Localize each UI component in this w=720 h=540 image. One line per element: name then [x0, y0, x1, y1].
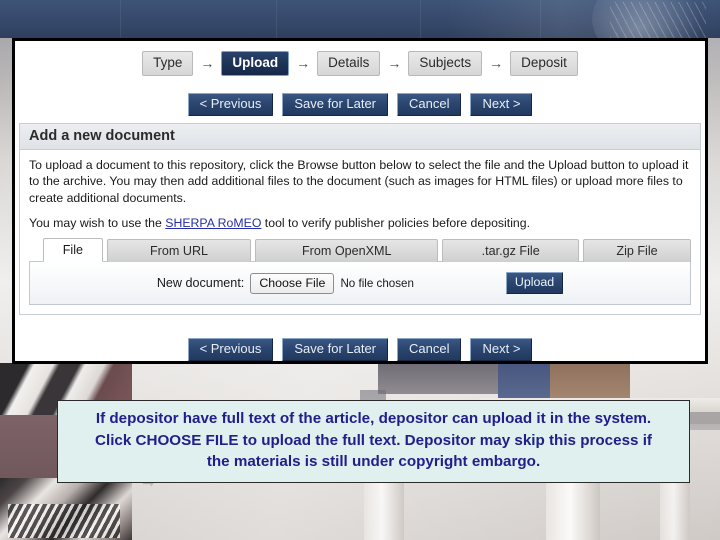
caption-callout: If depositor have full text of the artic…: [57, 400, 690, 483]
choose-file-button[interactable]: Choose File: [250, 272, 335, 294]
wizard-step-upload[interactable]: Upload: [221, 51, 290, 76]
sherpa-romeo-text: You may wish to use the SHERPA RoMEO too…: [29, 215, 691, 231]
sherpa-romeo-link[interactable]: SHERPA RoMEO: [165, 216, 261, 230]
photo-strip-cell-3: [0, 478, 132, 540]
top-navigation-buttons: < Previous Save for Later Cancel Next >: [15, 93, 705, 116]
banner-line-pattern: [610, 2, 706, 38]
arrow-right-icon: →: [387, 55, 402, 72]
upload-instructions-text: To upload a document to this repository,…: [29, 158, 689, 205]
bottom-navigation-buttons: < Previous Save for Later Cancel Next >: [15, 338, 705, 361]
caption-line-2: Click CHOOSE FILE to upload the full tex…: [95, 431, 652, 449]
cancel-button-top[interactable]: Cancel: [397, 93, 462, 116]
wizard-step-type[interactable]: Type: [142, 51, 194, 76]
tab-from-url[interactable]: From URL: [106, 239, 252, 263]
wizard-step-breadcrumb: Type → Upload → Details → Subjects → Dep…: [15, 51, 705, 76]
save-for-later-button-bottom[interactable]: Save for Later: [282, 338, 389, 361]
sherpa-prefix-text: You may wish to use the: [29, 216, 166, 231]
upload-button[interactable]: Upload: [505, 272, 564, 295]
next-button-bottom[interactable]: Next >: [470, 338, 533, 361]
wizard-step-details[interactable]: Details: [317, 51, 381, 76]
wizard-step-deposit[interactable]: Deposit: [510, 51, 578, 76]
cancel-button-bottom[interactable]: Cancel: [397, 338, 462, 361]
card-bottom-spacer: [29, 305, 691, 314]
arrow-right-icon: →: [489, 55, 504, 72]
tab-zip-file[interactable]: Zip File: [583, 239, 691, 263]
tab-targz-file[interactable]: .tar.gz File: [442, 239, 580, 263]
previous-button-bottom[interactable]: < Previous: [187, 338, 274, 361]
file-upload-panel: New document: Choose File No file chosen…: [29, 261, 691, 306]
new-document-label: New document:: [156, 276, 245, 291]
next-button-top[interactable]: Next >: [470, 93, 533, 116]
top-banner: [0, 0, 720, 38]
sherpa-suffix-text: tool to verify publisher policies before…: [261, 216, 531, 231]
save-for-later-button-top[interactable]: Save for Later: [282, 93, 389, 116]
card-body: To upload a document to this repository,…: [20, 150, 700, 315]
caption-line-3: the materials is still under copyright e…: [206, 453, 541, 471]
caption-line-1: If depositor have full text of the artic…: [95, 410, 652, 427]
slide-canvas: ➞ Type → Upload → Details → Subjects → D…: [0, 0, 720, 540]
arrow-right-icon: →: [200, 55, 215, 72]
add-new-document-card: Add a new document To upload a document …: [19, 123, 701, 316]
new-document-row: New document: Choose File No file chosen…: [156, 272, 564, 295]
upload-source-tabs: File From URL From OpenXML .tar.gz File …: [29, 238, 691, 263]
tab-file[interactable]: File: [43, 238, 103, 263]
tab-from-openxml[interactable]: From OpenXML: [255, 239, 439, 263]
arrow-right-icon: →: [296, 55, 311, 72]
eprints-screenshot-panel: Type → Upload → Details → Subjects → Dep…: [12, 38, 708, 364]
card-title: Add a new document: [20, 124, 700, 150]
no-file-chosen-status: No file chosen: [340, 276, 414, 290]
wizard-step-subjects[interactable]: Subjects: [408, 51, 483, 76]
previous-button-top[interactable]: < Previous: [187, 93, 274, 116]
